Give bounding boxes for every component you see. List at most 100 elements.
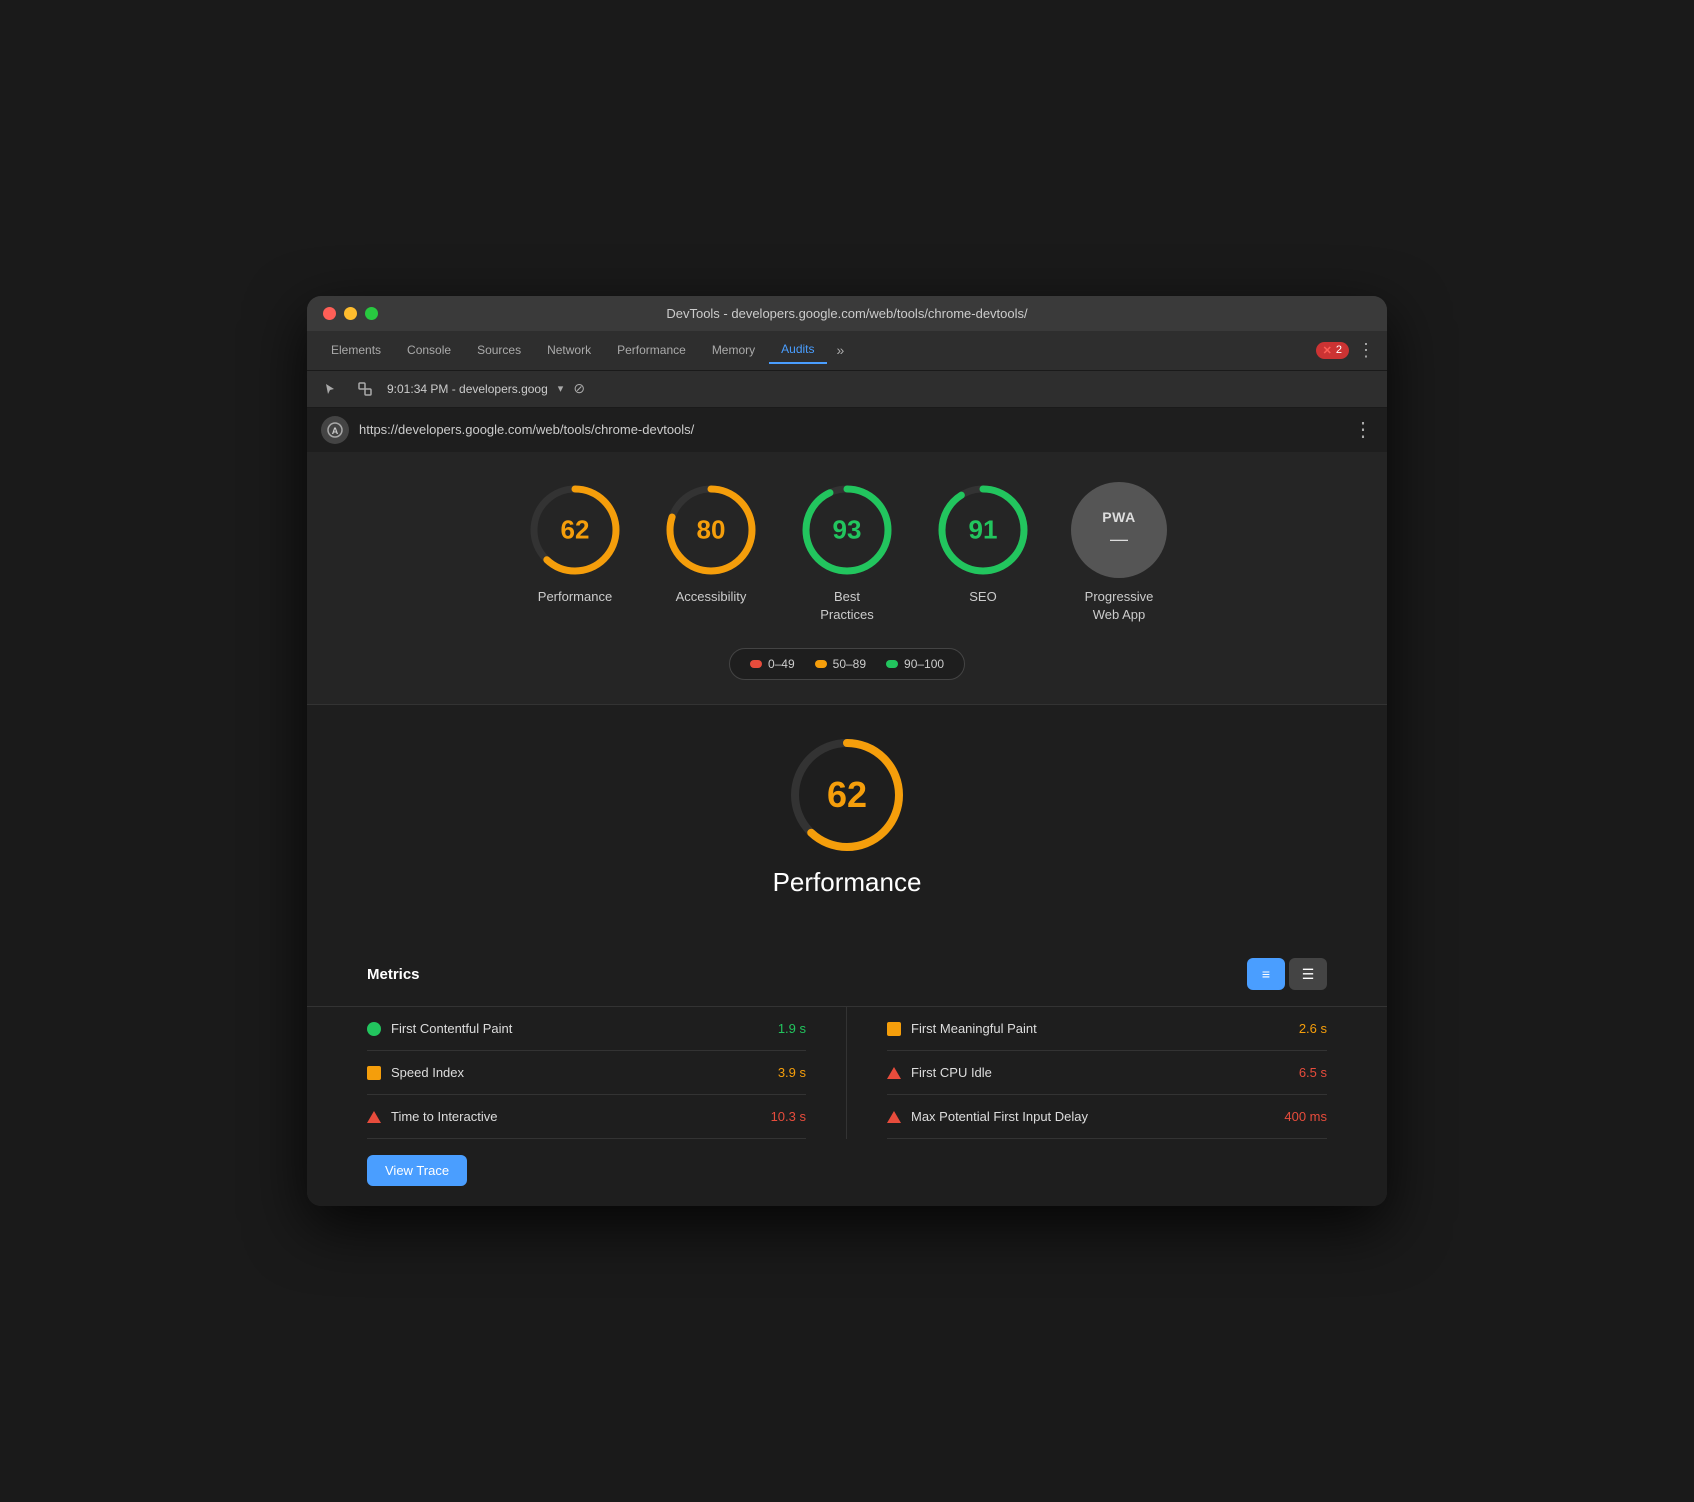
- metric-value-fci: 6.5 s: [1299, 1065, 1327, 1080]
- error-icon: ✕: [1323, 344, 1332, 357]
- tab-bar-right: ✕ 2 ⋮: [1316, 340, 1375, 361]
- close-button[interactable]: [323, 307, 336, 320]
- performance-score-label: Performance: [538, 588, 612, 606]
- tab-audits[interactable]: Audits: [769, 336, 826, 364]
- inspect-icon[interactable]: [353, 377, 377, 401]
- performance-score-value: 62: [561, 514, 590, 545]
- metric-icon-green-circle: [367, 1022, 381, 1036]
- metrics-section: Metrics ≡ ☰ First Contentful Paint: [307, 958, 1387, 1206]
- view-toggle: ≡ ☰: [1247, 958, 1327, 990]
- tab-sources[interactable]: Sources: [465, 337, 533, 363]
- score-performance[interactable]: 62 Performance: [527, 482, 623, 606]
- metrics-grid: First Contentful Paint 1.9 s Speed Index…: [367, 1007, 1327, 1139]
- metric-name-si: Speed Index: [391, 1065, 768, 1080]
- page-more-icon[interactable]: ⋮: [1353, 417, 1373, 442]
- performance-detail-section: 62 Performance: [307, 705, 1387, 958]
- tab-elements[interactable]: Elements: [319, 337, 393, 363]
- pwa-circle: PWA —: [1071, 482, 1167, 578]
- score-accessibility[interactable]: 80 Accessibility: [663, 482, 759, 606]
- toggle-grid-button[interactable]: ≡: [1247, 958, 1285, 990]
- metric-icon-red-triangle-fid: [887, 1111, 901, 1123]
- metric-value-fid: 400 ms: [1284, 1109, 1327, 1124]
- accessibility-score-label: Accessibility: [676, 588, 747, 606]
- pwa-dash: —: [1110, 529, 1128, 550]
- score-seo[interactable]: 91 SEO: [935, 482, 1031, 606]
- legend-green-dot: [886, 660, 898, 668]
- legend-red-dot: [750, 660, 762, 668]
- title-bar: DevTools - developers.google.com/web/too…: [307, 296, 1387, 331]
- traffic-lights: [323, 307, 378, 320]
- legend-red-label: 0–49: [768, 657, 795, 671]
- tab-bar: Elements Console Sources Network Perform…: [307, 331, 1387, 371]
- metrics-right-column: First Meaningful Paint 2.6 s First CPU I…: [847, 1007, 1327, 1139]
- address-bar-row: 9:01:34 PM - developers.goog ▾ ⊘: [307, 371, 1387, 408]
- toggle-list-button[interactable]: ☰: [1289, 958, 1327, 990]
- pwa-label: PWA: [1102, 509, 1135, 525]
- seo-score-label: SEO: [969, 588, 996, 606]
- metric-value-fmp: 2.6 s: [1299, 1021, 1327, 1036]
- legend-yellow-label: 50–89: [833, 657, 866, 671]
- pwa-score-label: ProgressiveWeb App: [1085, 588, 1154, 624]
- metric-first-cpu-idle: First CPU Idle 6.5 s: [887, 1051, 1327, 1095]
- performance-detail-score: 62: [827, 774, 867, 816]
- metric-value-fcp: 1.9 s: [778, 1021, 806, 1036]
- metrics-title: Metrics: [367, 966, 420, 983]
- metric-value-tti: 10.3 s: [771, 1109, 806, 1124]
- view-trace-button[interactable]: View Trace: [367, 1155, 467, 1186]
- svg-text:A: A: [332, 426, 339, 436]
- devtools-more-icon[interactable]: ⋮: [1357, 340, 1375, 361]
- performance-detail-title: Performance: [773, 867, 922, 898]
- legend-red: 0–49: [750, 657, 795, 671]
- metrics-left-column: First Contentful Paint 1.9 s Speed Index…: [367, 1007, 847, 1139]
- minimize-button[interactable]: [344, 307, 357, 320]
- scores-row: 62 Performance 80 Accessibility: [527, 482, 1167, 624]
- performance-detail-circle: 62: [787, 735, 907, 855]
- tab-console[interactable]: Console: [395, 337, 463, 363]
- error-badge[interactable]: ✕ 2: [1316, 342, 1349, 359]
- maximize-button[interactable]: [365, 307, 378, 320]
- metric-time-to-interactive: Time to Interactive 10.3 s: [367, 1095, 806, 1139]
- tab-network[interactable]: Network: [535, 337, 603, 363]
- metric-name-fcp: First Contentful Paint: [391, 1021, 768, 1036]
- score-circle-best-practices: 93: [799, 482, 895, 578]
- score-best-practices[interactable]: 93 BestPractices: [799, 482, 895, 624]
- scores-section: 62 Performance 80 Accessibility: [307, 452, 1387, 705]
- legend-yellow-dot: [815, 660, 827, 668]
- metric-name-fmp: First Meaningful Paint: [911, 1021, 1289, 1036]
- tab-more-button[interactable]: »: [829, 338, 853, 362]
- page-url-bar: A https://developers.google.com/web/tool…: [307, 408, 1387, 452]
- score-circle-seo: 91: [935, 482, 1031, 578]
- browser-window: DevTools - developers.google.com/web/too…: [307, 296, 1387, 1206]
- metric-name-fci: First CPU Idle: [911, 1065, 1289, 1080]
- lighthouse-icon: A: [321, 416, 349, 444]
- legend-green: 90–100: [886, 657, 944, 671]
- metric-first-contentful-paint: First Contentful Paint 1.9 s: [367, 1007, 806, 1051]
- seo-score-value: 91: [969, 514, 998, 545]
- grid-icon: ≡: [1262, 966, 1270, 982]
- metric-max-potential-fid: Max Potential First Input Delay 400 ms: [887, 1095, 1327, 1139]
- cursor-icon[interactable]: [319, 377, 343, 401]
- metric-icon-orange-square-fmp: [887, 1022, 901, 1036]
- best-practices-score-value: 93: [833, 514, 862, 545]
- score-legend: 0–49 50–89 90–100: [729, 648, 965, 680]
- metric-first-meaningful-paint: First Meaningful Paint 2.6 s: [887, 1007, 1327, 1051]
- metric-name-fid: Max Potential First Input Delay: [911, 1109, 1274, 1124]
- score-pwa[interactable]: PWA — ProgressiveWeb App: [1071, 482, 1167, 624]
- metric-icon-orange-square: [367, 1066, 381, 1080]
- tab-memory[interactable]: Memory: [700, 337, 767, 363]
- reload-icon[interactable]: ⊘: [573, 380, 585, 397]
- tab-info-text: 9:01:34 PM - developers.goog: [387, 382, 548, 396]
- best-practices-score-label: BestPractices: [820, 588, 873, 624]
- metric-icon-red-triangle: [367, 1111, 381, 1123]
- score-circle-accessibility: 80: [663, 482, 759, 578]
- main-content: 62 Performance 80 Accessibility: [307, 452, 1387, 1206]
- window-title: DevTools - developers.google.com/web/too…: [666, 306, 1027, 321]
- tab-performance[interactable]: Performance: [605, 337, 698, 363]
- page-url-text: https://developers.google.com/web/tools/…: [359, 422, 1343, 437]
- list-icon: ☰: [1302, 966, 1315, 983]
- error-count: 2: [1336, 344, 1342, 356]
- performance-score-center: 62 Performance: [367, 735, 1327, 898]
- legend-yellow: 50–89: [815, 657, 866, 671]
- tab-dropdown-icon[interactable]: ▾: [558, 382, 564, 395]
- metrics-header: Metrics ≡ ☰: [367, 958, 1327, 990]
